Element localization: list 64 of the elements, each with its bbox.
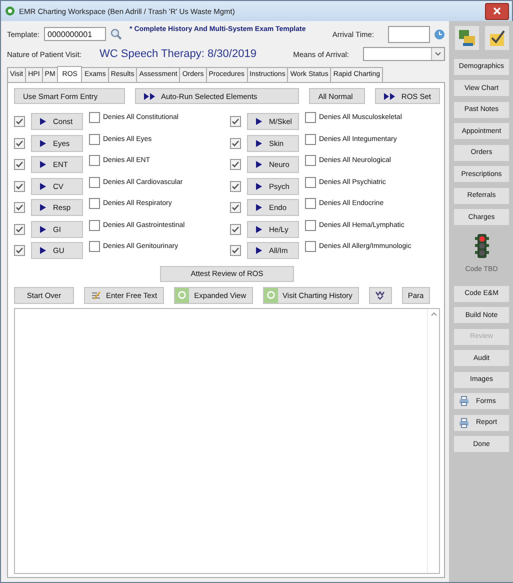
checkbox[interactable] [89,134,100,144]
checkbox[interactable] [14,159,25,170]
template-field[interactable]: 0000000001 [44,27,106,41]
checkbox[interactable] [305,241,316,252]
checkbox[interactable] [14,180,25,192]
arrival-time-field[interactable] [388,26,430,42]
checkbox[interactable] [89,220,100,230]
checkbox[interactable] [305,176,316,188]
play-icon [256,226,262,233]
chevron-icon [435,52,441,56]
play-icon [40,118,46,126]
toolbar-button[interactable] [454,25,480,51]
checkbox[interactable] [14,138,25,149]
search-icon[interactable] [110,28,122,40]
printer-icon [459,396,469,406]
play-icon [256,118,262,126]
spell-check-button[interactable] [369,286,392,304]
checkbox[interactable] [89,112,100,123]
checkbox[interactable] [14,245,25,256]
play-icon [256,161,262,168]
checkbox[interactable] [14,116,25,128]
play-icon [40,247,46,254]
play-icon [256,140,262,147]
checkbox[interactable] [230,202,241,214]
checkbox[interactable] [14,202,25,214]
play-icon [40,182,46,190]
play-icon [256,182,262,190]
toolbar-button[interactable] [484,25,510,51]
checkbox[interactable] [305,155,316,166]
checkbox[interactable] [230,245,241,256]
checkbox[interactable] [230,138,241,149]
nature-value: WC Speech Therapy: 8/30/2019 [99,48,258,60]
checkbox[interactable] [230,116,241,128]
play-icon [40,204,46,212]
means-dropdown[interactable] [363,47,445,61]
checkbox[interactable] [89,155,100,166]
checkbox[interactable] [89,176,100,188]
play-icon [256,247,262,254]
clock-icon[interactable] [434,28,445,40]
checkbox[interactable] [230,180,241,192]
checkbox[interactable] [230,224,241,235]
play-icon [144,92,156,100]
play-icon [384,92,396,100]
play-icon [40,140,46,147]
play-icon [256,204,262,212]
play-icon [40,226,46,233]
checkbox[interactable] [89,198,100,209]
checkbox[interactable] [230,159,241,170]
traffic-light-icon [474,234,488,258]
checkbox[interactable] [305,112,316,123]
close-button[interactable] [485,2,509,20]
documents-icon [456,28,476,48]
app-icon [5,6,15,16]
checkbox[interactable] [14,224,25,235]
spell-check-icon [375,290,386,300]
checkbox[interactable] [305,220,316,230]
play-icon [40,161,46,168]
pen-icon [91,290,101,300]
printer-icon [459,418,469,428]
close-icon [493,7,501,15]
scroll-up-icon[interactable] [430,312,436,316]
checkbox[interactable] [305,198,316,209]
checkbox[interactable] [89,241,100,252]
checkbox[interactable] [305,134,316,144]
